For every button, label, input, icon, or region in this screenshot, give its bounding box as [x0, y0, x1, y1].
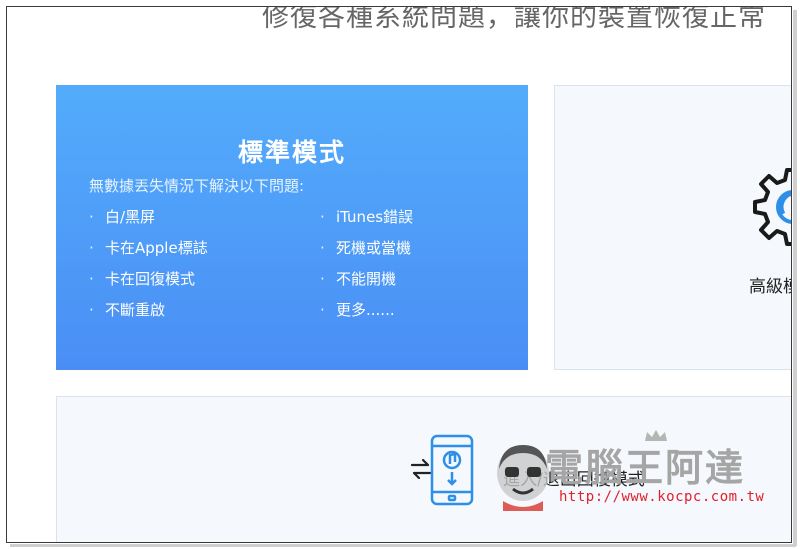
bullet-icon: · [320, 239, 325, 257]
frame-shadow-bottom [10, 544, 796, 547]
bullet-icon: · [89, 301, 94, 319]
frame-shadow-right [793, 10, 797, 546]
issue-item: · 不能開機 [320, 268, 396, 289]
standard-mode-subtitle: 無數據丟失情況下解決以下問題: [89, 177, 305, 195]
page-headline: 修復各種系統問題，讓你的裝置恢復正常 [262, 6, 766, 33]
bullet-icon: · [89, 239, 94, 257]
issue-label: 白/黑屏 [105, 208, 156, 226]
advanced-mode-label: 高級模式 [749, 277, 791, 297]
bullet-icon: · [320, 208, 325, 226]
issue-label: 卡在回復模式 [105, 270, 196, 288]
screenshot-frame: 修復各種系統問題，讓你的裝置恢復正常 標準模式 無數據丟失情況下解決以下問題: … [6, 6, 792, 543]
issue-label: iTunes錯誤 [336, 208, 414, 226]
issue-item: · 卡在回復模式 [89, 268, 195, 289]
issue-item: · 不斷重啟 [89, 299, 165, 320]
bullet-icon: · [320, 270, 325, 288]
issue-item: · iTunes錯誤 [320, 206, 413, 227]
bullet-icon: · [89, 270, 94, 288]
issue-label: 死機或當機 [336, 239, 412, 257]
issue-item: · 更多...... [320, 299, 395, 320]
gear-icon [753, 168, 791, 246]
recovery-mode-label: 進入/退出回復模式 [503, 470, 645, 490]
issue-label: 更多...... [336, 301, 395, 319]
issue-label: 卡在Apple標誌 [105, 239, 208, 257]
bullet-icon: · [89, 208, 94, 226]
issue-item: · 白/黑屏 [89, 206, 155, 227]
bullet-icon: · [320, 301, 325, 319]
standard-mode-card[interactable]: 標準模式 無數據丟失情況下解決以下問題: · 白/黑屏 · 卡在Apple標誌 · 卡… [56, 85, 528, 370]
issue-item: · 死機或當機 [320, 237, 411, 258]
arrows-exchange-icon [410, 458, 432, 480]
standard-mode-title: 標準模式 [237, 138, 346, 167]
advanced-mode-card[interactable]: 高級模式 [554, 85, 791, 370]
issue-label: 不能開機 [336, 270, 397, 288]
issue-item: · 卡在Apple標誌 [89, 237, 208, 258]
issue-label: 不斷重啟 [105, 301, 166, 319]
phone-music-icon [430, 434, 474, 506]
recovery-mode-button[interactable]: 進入/退出回復模式 [56, 396, 791, 542]
